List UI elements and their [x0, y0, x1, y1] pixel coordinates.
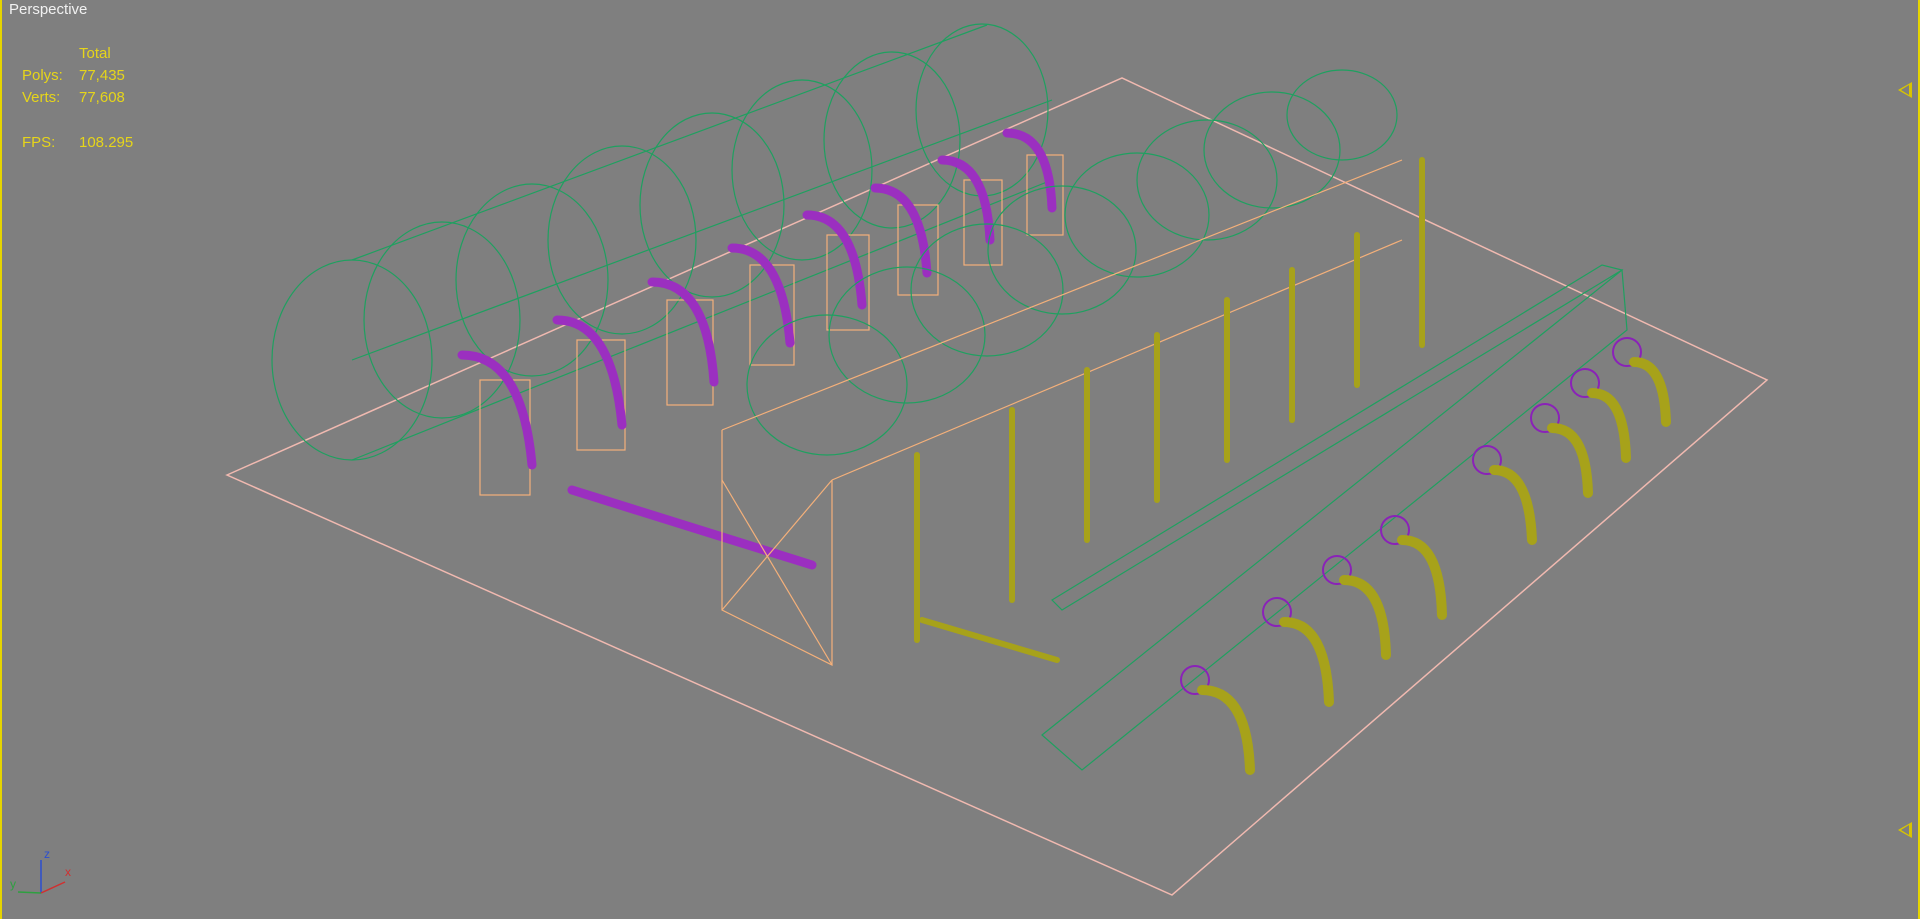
- stat-verts-key: Verts:: [22, 89, 61, 106]
- stats-header: Total: [79, 45, 111, 62]
- stat-polys-key: Polys:: [22, 67, 63, 84]
- outlet-pipes: [1197, 357, 1671, 775]
- valves: [1180, 337, 1642, 695]
- stat-polys-value: 77,435: [79, 67, 125, 84]
- stat-fps-key: FPS:: [22, 134, 56, 151]
- viewport-edge-arrow-bottom[interactable]: [1898, 822, 1912, 838]
- axis-z-label: z: [44, 847, 50, 861]
- ground-plane: [225, 77, 1769, 896]
- stat-fps-value: 108.295: [79, 134, 134, 151]
- axis-y-label: y: [10, 877, 16, 891]
- viewport-edge-arrow-top[interactable]: [1898, 82, 1912, 98]
- walkway-platform: [1041, 264, 1628, 771]
- perspective-viewport[interactable]: Perspective Total Polys: 77,435 Verts: 7…: [0, 0, 1920, 919]
- axis-x-label: x: [65, 865, 71, 879]
- axis-gizmo-icon: z x y: [10, 847, 71, 894]
- wireframe-scene[interactable]: [2, 0, 1920, 919]
- steel-frame: [721, 159, 1403, 666]
- stat-verts-value: 77,608: [79, 89, 125, 106]
